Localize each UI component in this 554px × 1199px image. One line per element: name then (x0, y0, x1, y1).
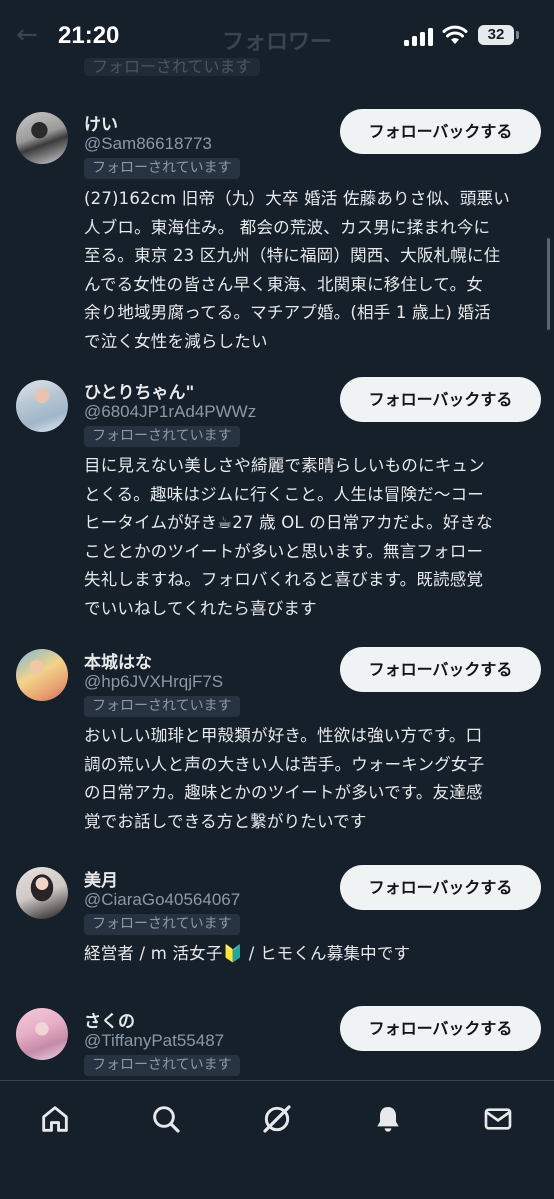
follows-you-badge: フォローされています (84, 158, 240, 179)
status-bar: ← フォロワー 21:20 32 (0, 0, 554, 72)
avatar[interactable] (16, 1008, 68, 1060)
avatar[interactable] (16, 112, 68, 164)
user-bio: 経営者 / m 活女子🔰 / ヒモくん募集中です (84, 944, 411, 963)
follow-back-button[interactable]: フォローバックする (340, 1006, 541, 1051)
tab-notifications[interactable] (368, 1099, 408, 1139)
battery-indicator: 32 (478, 25, 514, 45)
wifi-icon (442, 25, 468, 44)
user-handle: @TiffanyPat55487 (84, 1031, 225, 1050)
user-name: けい (84, 115, 118, 135)
user-name: 本城はな (84, 653, 152, 673)
mail-icon (484, 1108, 512, 1130)
tab-bar (0, 1080, 554, 1199)
scrollbar[interactable] (547, 238, 550, 330)
user-name: ひとりちゃん" (84, 383, 195, 403)
tab-search[interactable] (146, 1099, 186, 1139)
user-handle: @Sam86618773 (84, 134, 212, 153)
avatar[interactable] (16, 867, 68, 919)
user-bio: おいしい珈琲と甲殻類が好き。性欲は強い方です。口 調の荒い人と声の大きい人は苦手… (84, 726, 485, 831)
follow-back-button[interactable]: フォローバックする (340, 647, 541, 692)
user-handle: @6804JP1rAd4PWWz (84, 402, 257, 421)
tab-messages[interactable] (478, 1099, 518, 1139)
follow-back-button[interactable]: フォローバックする (340, 109, 541, 154)
signal-icon (404, 28, 434, 46)
user-handle: @CiaraGo40564067 (84, 890, 241, 909)
user-handle: @hp6JVXHrqjF7S (84, 672, 224, 691)
follow-back-button[interactable]: フォローバックする (340, 865, 541, 910)
bell-icon (377, 1107, 399, 1132)
follows-you-badge: フォローされています (84, 914, 240, 935)
follow-back-button[interactable]: フォローバックする (340, 377, 541, 422)
status-time: 21:20 (58, 22, 120, 49)
tab-grok[interactable] (257, 1099, 297, 1139)
user-name: さくの (84, 1012, 135, 1032)
follows-you-badge: フォローされています (84, 1055, 240, 1076)
follows-you-badge: フォローされています (84, 426, 240, 447)
tab-home[interactable] (35, 1099, 75, 1139)
avatar[interactable] (16, 649, 68, 701)
user-name: 美月 (84, 871, 118, 891)
search-icon (153, 1106, 180, 1133)
battery-tip (516, 31, 519, 39)
user-bio: (27)162cm 旧帝（九）大卒 婚活 佐藤ありさ似、頭悪い 人ブロ。東海住み… (84, 189, 510, 351)
avatar[interactable] (16, 380, 68, 432)
grok-icon (263, 1105, 291, 1133)
follows-you-badge: フォローされています (84, 696, 240, 717)
home-icon (42, 1106, 68, 1132)
user-bio: 目に見えない美しさや綺麗で素晴らしいものにキュン とくる。趣味はジムに行くこと。… (84, 456, 493, 618)
